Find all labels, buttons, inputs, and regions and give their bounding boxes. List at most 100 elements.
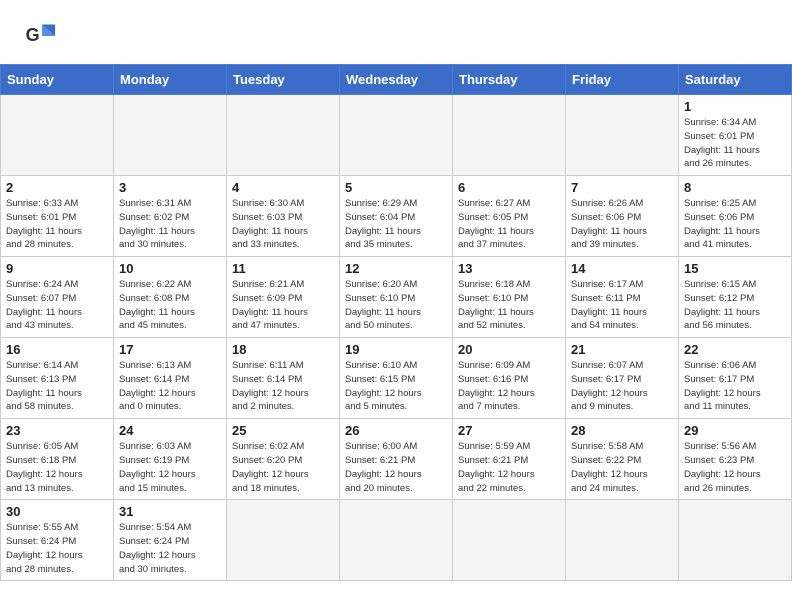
day-number: 7 [571,180,673,195]
calendar-cell: 18 Sunrise: 6:11 AM Sunset: 6:14 PM Dayli… [227,338,340,419]
day-number: 3 [119,180,221,195]
day-info: Sunrise: 5:59 AM Sunset: 6:21 PM Dayligh… [458,440,560,495]
day-number: 25 [232,423,334,438]
day-info: Sunrise: 6:31 AM Sunset: 6:02 PM Dayligh… [119,197,221,252]
weekday-header-thursday: Thursday [453,65,566,95]
calendar-cell [227,500,340,581]
day-number: 6 [458,180,560,195]
calendar-week-row: 16Sunrise: 6:14 AM Sunset: 6:13 PM Dayli… [1,338,792,419]
day-info: Sunrise: 6:29 AM Sunset: 6:04 PM Dayligh… [345,197,447,252]
day-number: 13 [458,261,560,276]
day-number: 16 [6,342,108,357]
calendar-cell: 5 Sunrise: 6:29 AM Sunset: 6:04 PM Daylig… [340,176,453,257]
calendar-cell: 22 Sunrise: 6:06 AM Sunset: 6:17 PM Dayli… [679,338,792,419]
calendar-table: SundayMondayTuesdayWednesdayThursdayFrid… [0,64,792,581]
day-number: 15 [684,261,786,276]
day-info: Sunrise: 6:33 AM Sunset: 6:01 PM Dayligh… [6,197,108,252]
day-number: 23 [6,423,108,438]
calendar-cell [227,95,340,176]
calendar-week-row: 2 Sunrise: 6:33 AM Sunset: 6:01 PM Daylig… [1,176,792,257]
day-number: 26 [345,423,447,438]
day-info: Sunrise: 5:58 AM Sunset: 6:22 PM Dayligh… [571,440,673,495]
day-info: Sunrise: 6:27 AM Sunset: 6:05 PM Dayligh… [458,197,560,252]
day-info: Sunrise: 6:11 AM Sunset: 6:14 PM Dayligh… [232,359,334,414]
calendar-cell: 6 Sunrise: 6:27 AM Sunset: 6:05 PM Daylig… [453,176,566,257]
day-info: Sunrise: 6:13 AM Sunset: 6:14 PM Dayligh… [119,359,221,414]
calendar-cell [1,95,114,176]
weekday-header-monday: Monday [114,65,227,95]
calendar-cell: 11 Sunrise: 6:21 AM Sunset: 6:09 PM Dayli… [227,257,340,338]
weekday-header-friday: Friday [566,65,679,95]
calendar-cell: 14 Sunrise: 6:17 AM Sunset: 6:11 PM Dayli… [566,257,679,338]
day-info: Sunrise: 6:21 AM Sunset: 6:09 PM Dayligh… [232,278,334,333]
calendar-cell: 16Sunrise: 6:14 AM Sunset: 6:13 PM Dayli… [1,338,114,419]
weekday-header-tuesday: Tuesday [227,65,340,95]
day-number: 2 [6,180,108,195]
calendar-cell: 9Sunrise: 6:24 AM Sunset: 6:07 PM Daylig… [1,257,114,338]
day-info: Sunrise: 6:30 AM Sunset: 6:03 PM Dayligh… [232,197,334,252]
day-info: Sunrise: 6:03 AM Sunset: 6:19 PM Dayligh… [119,440,221,495]
day-number: 11 [232,261,334,276]
day-info: Sunrise: 6:00 AM Sunset: 6:21 PM Dayligh… [345,440,447,495]
calendar-cell: 27 Sunrise: 5:59 AM Sunset: 6:21 PM Dayli… [453,419,566,500]
calendar-week-row: 23 Sunrise: 6:05 AM Sunset: 6:18 PM Dayli… [1,419,792,500]
calendar-cell: 25Sunrise: 6:02 AM Sunset: 6:20 PM Dayli… [227,419,340,500]
day-number: 24 [119,423,221,438]
calendar-cell: 21 Sunrise: 6:07 AM Sunset: 6:17 PM Dayli… [566,338,679,419]
day-number: 5 [345,180,447,195]
calendar-cell: 29 Sunrise: 5:56 AM Sunset: 6:23 PM Dayli… [679,419,792,500]
day-info: Sunrise: 6:07 AM Sunset: 6:17 PM Dayligh… [571,359,673,414]
calendar-cell [566,500,679,581]
calendar-cell: 8 Sunrise: 6:25 AM Sunset: 6:06 PM Daylig… [679,176,792,257]
calendar-cell [453,95,566,176]
day-number: 8 [684,180,786,195]
calendar-week-row: 9Sunrise: 6:24 AM Sunset: 6:07 PM Daylig… [1,257,792,338]
day-info: Sunrise: 6:17 AM Sunset: 6:11 PM Dayligh… [571,278,673,333]
day-number: 22 [684,342,786,357]
calendar-cell [340,95,453,176]
day-number: 19 [345,342,447,357]
calendar-week-row: 1Sunrise: 6:34 AM Sunset: 6:01 PM Daylig… [1,95,792,176]
day-number: 31 [119,504,221,519]
day-info: Sunrise: 6:06 AM Sunset: 6:17 PM Dayligh… [684,359,786,414]
weekday-header-row: SundayMondayTuesdayWednesdayThursdayFrid… [1,65,792,95]
weekday-header-sunday: Sunday [1,65,114,95]
calendar-cell: 28Sunrise: 5:58 AM Sunset: 6:22 PM Dayli… [566,419,679,500]
day-info: Sunrise: 6:05 AM Sunset: 6:18 PM Dayligh… [6,440,108,495]
day-info: Sunrise: 6:25 AM Sunset: 6:06 PM Dayligh… [684,197,786,252]
day-info: Sunrise: 5:54 AM Sunset: 6:24 PM Dayligh… [119,521,221,576]
day-info: Sunrise: 6:10 AM Sunset: 6:15 PM Dayligh… [345,359,447,414]
day-info: Sunrise: 6:24 AM Sunset: 6:07 PM Dayligh… [6,278,108,333]
calendar-cell: 3 Sunrise: 6:31 AM Sunset: 6:02 PM Daylig… [114,176,227,257]
calendar-cell: 23 Sunrise: 6:05 AM Sunset: 6:18 PM Dayli… [1,419,114,500]
day-info: Sunrise: 6:26 AM Sunset: 6:06 PM Dayligh… [571,197,673,252]
day-number: 1 [684,99,786,114]
day-number: 29 [684,423,786,438]
header: G [0,0,792,64]
day-number: 18 [232,342,334,357]
day-number: 12 [345,261,447,276]
calendar-cell: 7 Sunrise: 6:26 AM Sunset: 6:06 PM Daylig… [566,176,679,257]
calendar-cell [453,500,566,581]
day-number: 17 [119,342,221,357]
day-number: 14 [571,261,673,276]
calendar-cell [679,500,792,581]
calendar-cell: 1Sunrise: 6:34 AM Sunset: 6:01 PM Daylig… [679,95,792,176]
calendar-cell: 12Sunrise: 6:20 AM Sunset: 6:10 PM Dayli… [340,257,453,338]
day-number: 10 [119,261,221,276]
calendar-cell: 24 Sunrise: 6:03 AM Sunset: 6:19 PM Dayli… [114,419,227,500]
calendar-cell: 2 Sunrise: 6:33 AM Sunset: 6:01 PM Daylig… [1,176,114,257]
calendar-cell: 17 Sunrise: 6:13 AM Sunset: 6:14 PM Dayli… [114,338,227,419]
calendar-cell: 15 Sunrise: 6:15 AM Sunset: 6:12 PM Dayli… [679,257,792,338]
page: G SundayMondayTuesdayWednesdayThursdayFr… [0,0,792,581]
day-info: Sunrise: 5:56 AM Sunset: 6:23 PM Dayligh… [684,440,786,495]
day-number: 21 [571,342,673,357]
calendar-cell: 30Sunrise: 5:55 AM Sunset: 6:24 PM Dayli… [1,500,114,581]
day-number: 4 [232,180,334,195]
day-info: Sunrise: 6:15 AM Sunset: 6:12 PM Dayligh… [684,278,786,333]
day-number: 27 [458,423,560,438]
calendar-cell [340,500,453,581]
calendar-cell: 4 Sunrise: 6:30 AM Sunset: 6:03 PM Daylig… [227,176,340,257]
day-info: Sunrise: 6:18 AM Sunset: 6:10 PM Dayligh… [458,278,560,333]
calendar-cell [114,95,227,176]
